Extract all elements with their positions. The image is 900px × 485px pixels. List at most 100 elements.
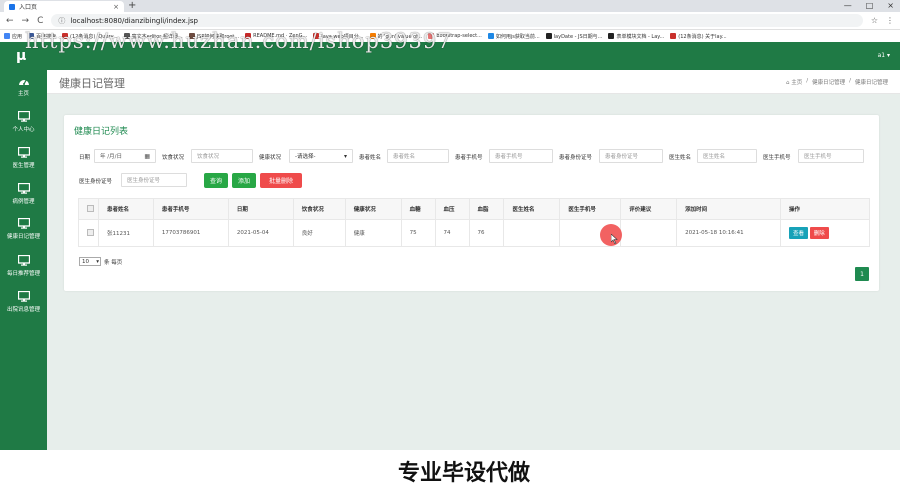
table-header-row: 患者姓名 患者手机号 日期 饮食状况 健康状况 血糖 血压 血脂 医生姓名 医生手机号 评价建议 添加… xyxy=(78,198,870,220)
breadcrumb-item[interactable]: ⌂ 主页 xyxy=(786,78,802,86)
doctor-phone-label: 医生手机号 xyxy=(763,155,791,161)
table-cell: 17703786901 xyxy=(152,219,229,247)
sidebar-item-label: 出院讯息管理 xyxy=(6,307,40,313)
url-field[interactable]: ⓘ localhost:8080/dianzibingli/index.jsp xyxy=(51,14,863,27)
bookmark-item[interactable]: layDate - JS日期与... xyxy=(545,33,602,40)
date-input-value: 年 /月/日 xyxy=(100,154,122,160)
bookmark-item[interactable]: (12条消息) 关于lay... xyxy=(670,33,727,40)
back-icon[interactable]: ← xyxy=(6,16,14,26)
sidebar-item[interactable]: 出院讯息管理 xyxy=(0,291,47,313)
doctor-id-input[interactable]: 医生身份证号 xyxy=(121,173,187,187)
chevron-down-icon: ▾ xyxy=(96,258,99,265)
bookmark-favicon-icon xyxy=(428,33,435,39)
add-button[interactable]: 添加 xyxy=(232,173,256,188)
new-tab-icon[interactable]: + xyxy=(128,0,136,12)
bookmark-item[interactable]: README.md · ZenG... xyxy=(245,33,307,39)
calendar-icon[interactable]: ▦ xyxy=(144,153,150,160)
health-status-select-value: -请选择- xyxy=(295,154,316,160)
bookmark-item[interactable]: 应用 xyxy=(4,33,22,40)
column-header: 日期 xyxy=(227,198,294,220)
bookmark-star-icon[interactable]: ☆ xyxy=(871,16,878,25)
health-status-select[interactable]: -请选择- ▾ xyxy=(289,149,353,163)
patient-phone-label: 患者手机号 xyxy=(455,155,483,161)
patient-name-input[interactable]: 患者姓名 xyxy=(387,149,449,163)
table-cell: 良好 xyxy=(292,219,346,247)
column-header: 评价建议 xyxy=(620,198,678,220)
breadcrumb-item[interactable]: 健康日记管理 xyxy=(855,78,888,86)
breadcrumb-separator: / xyxy=(849,78,851,84)
info-icon[interactable]: ⓘ xyxy=(58,16,65,26)
tab-favicon-icon xyxy=(9,3,15,10)
bookmark-item[interactable]: bootstrap-select... xyxy=(428,33,482,39)
patient-id-input[interactable]: 患者身份证号 xyxy=(599,149,663,163)
bookmark-item[interactable]: 富文本editor 超详细... xyxy=(123,33,183,40)
sidebar-item[interactable]: 病例管理 xyxy=(0,183,47,205)
window-controls: — □ × xyxy=(844,0,894,12)
column-header: 医生手机号 xyxy=(559,198,622,220)
query-button[interactable]: 查询 xyxy=(204,173,228,188)
bookmark-label: 如何用js获取当前... xyxy=(495,33,540,40)
close-window-icon[interactable]: × xyxy=(887,0,894,12)
bookmark-favicon-icon xyxy=(608,33,615,39)
tab-close-icon[interactable]: × xyxy=(113,3,119,11)
doctor-phone-input[interactable]: 医生手机号 xyxy=(798,149,864,163)
sidebar-item[interactable]: 医生管理 xyxy=(0,147,47,169)
patient-phone-input[interactable]: 患者手机号 xyxy=(489,149,553,163)
bookmark-label: 的 'gen' value of... xyxy=(377,33,423,40)
breadcrumb-separator: / xyxy=(806,78,809,84)
app-header: μ a1 ▾ xyxy=(0,42,900,70)
page-size-suffix: 条 每页 xyxy=(104,259,123,266)
sidebar-item[interactable]: 个人中心 xyxy=(0,111,47,133)
tab-title: 入口页 xyxy=(19,4,38,11)
row-checkbox[interactable] xyxy=(87,228,94,236)
delete-button[interactable]: 删除 xyxy=(809,227,829,239)
breadcrumb-item[interactable]: 健康日记管理 xyxy=(812,78,845,86)
bookmark-label: Java web项目分... xyxy=(321,33,364,40)
bookmark-favicon-icon xyxy=(4,33,10,39)
column-header: 血压 xyxy=(434,198,470,220)
table-cell: 2021-05-04 xyxy=(227,219,294,247)
browser-menu-icon[interactable]: ⋮ xyxy=(886,16,894,25)
bookmark-label: 应用 xyxy=(12,33,23,40)
column-header: 患者姓名 xyxy=(97,198,154,220)
user-menu[interactable]: a1 ▾ xyxy=(878,52,890,59)
sidebar-item[interactable]: 主页 xyxy=(0,76,47,97)
browser-tab[interactable]: 入口页 × xyxy=(4,1,124,12)
address-bar: ← → C ⓘ localhost:8080/dianzibingli/inde… xyxy=(0,12,900,30)
select-all-checkbox[interactable] xyxy=(87,204,94,212)
diet-input[interactable]: 饮食状况 xyxy=(191,149,253,163)
bookmark-item[interactable]: 百度搜索 xyxy=(28,33,56,40)
maximize-icon[interactable]: □ xyxy=(866,0,874,12)
reload-icon[interactable]: C xyxy=(37,16,43,26)
bookmark-item[interactable]: 表单模块文档 - Lay... xyxy=(608,33,664,40)
doctor-name-input[interactable]: 医生姓名 xyxy=(697,149,757,163)
pagination-page-1[interactable]: 1 xyxy=(855,267,869,281)
date-label: 日期 xyxy=(79,155,91,161)
bookmark-label: README.md · ZenG... xyxy=(253,33,308,39)
bookmark-item[interactable]: JSP如何获取root... xyxy=(188,33,239,40)
bookmarks-bar: 应用 百度搜索 (12条消息) JQuery... 富文本editor 超详细... J… xyxy=(0,30,900,42)
minimize-icon[interactable]: — xyxy=(844,0,852,12)
date-input[interactable]: 年 /月/日 ▦ xyxy=(94,149,156,163)
sidebar-item[interactable]: 每日推荐管理 xyxy=(0,255,47,277)
batch-delete-button[interactable]: 批量删除 xyxy=(260,173,302,188)
table-cell: 76 xyxy=(468,219,505,247)
view-button[interactable]: 查看 xyxy=(789,227,809,239)
bookmark-item[interactable]: Java web项目分... xyxy=(313,33,364,40)
sidebar-item[interactable]: 健康日记管理 xyxy=(0,218,47,240)
bookmark-favicon-icon xyxy=(188,33,195,39)
cursor-highlight xyxy=(600,224,622,246)
forward-icon[interactable]: → xyxy=(22,16,30,26)
bookmark-item[interactable]: 如何用js获取当前... xyxy=(487,33,540,40)
column-header: 血糖 xyxy=(400,198,436,220)
bookmark-item[interactable]: 的 'gen' value of... xyxy=(369,33,423,40)
banner-text: 专业毕设代做 xyxy=(398,461,531,485)
chevron-down-icon: ▾ xyxy=(343,152,347,160)
column-header: 添加时间 xyxy=(676,198,782,220)
bookmark-label: bootstrap-select... xyxy=(436,33,482,39)
health-diary-card: 健康日记列表 日期 年 /月/日 ▦ 饮食状况 饮食状况 健康状况 -请选择- … xyxy=(64,115,879,291)
card-title: 健康日记列表 xyxy=(74,127,129,137)
sidebar-item-label: 医生管理 xyxy=(12,163,35,169)
page-size-select[interactable]: 10 ▾ xyxy=(79,257,101,266)
bookmark-item[interactable]: (12条消息) JQuery... xyxy=(62,33,118,40)
